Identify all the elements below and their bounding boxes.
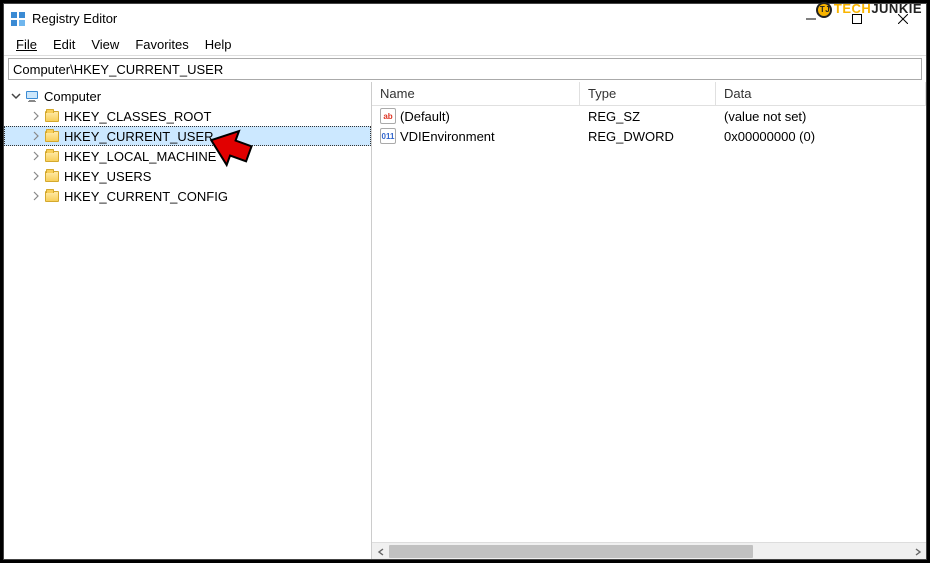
list-pane: Name Type Data ab (Default) REG_SZ (valu… bbox=[372, 82, 926, 559]
main-content: Computer HKEY_CLASSES_ROOT HKEY_CURRENT_… bbox=[4, 82, 926, 559]
watermark-junkie: JUNKIE bbox=[871, 1, 922, 16]
tree-hive-label: HKEY_LOCAL_MACHINE bbox=[64, 149, 216, 164]
tree-hive-label: HKEY_CURRENT_CONFIG bbox=[64, 189, 228, 204]
watermark-badge: TECHJUNKIE bbox=[816, 1, 922, 18]
folder-icon bbox=[44, 128, 60, 144]
chevron-right-icon[interactable] bbox=[30, 190, 42, 202]
menu-file[interactable]: File bbox=[8, 35, 45, 54]
tree-hive-label: HKEY_USERS bbox=[64, 169, 151, 184]
chevron-right-icon[interactable] bbox=[30, 130, 42, 142]
horizontal-scrollbar[interactable] bbox=[372, 542, 926, 559]
folder-icon bbox=[44, 148, 60, 164]
scroll-right-button[interactable] bbox=[909, 543, 926, 559]
scroll-left-button[interactable] bbox=[372, 543, 389, 559]
computer-icon bbox=[24, 88, 40, 104]
window-title: Registry Editor bbox=[32, 11, 117, 26]
list-body[interactable]: ab (Default) REG_SZ (value not set) 011 … bbox=[372, 106, 926, 542]
window-frame: Registry Editor File Edit View Favorites… bbox=[3, 3, 927, 560]
menu-edit[interactable]: Edit bbox=[45, 35, 83, 54]
value-type: REG_SZ bbox=[580, 109, 716, 124]
value-type: REG_DWORD bbox=[580, 129, 716, 144]
folder-icon bbox=[44, 168, 60, 184]
scroll-track[interactable] bbox=[389, 543, 909, 559]
menu-view[interactable]: View bbox=[83, 35, 127, 54]
chevron-down-icon[interactable] bbox=[10, 90, 22, 102]
watermark-icon bbox=[816, 2, 832, 18]
value-data: 0x00000000 (0) bbox=[716, 129, 926, 144]
value-name: (Default) bbox=[400, 109, 450, 124]
minimize-icon bbox=[806, 14, 816, 24]
menu-help[interactable]: Help bbox=[197, 35, 240, 54]
column-type[interactable]: Type bbox=[580, 82, 716, 105]
tree-hive-label: HKEY_CLASSES_ROOT bbox=[64, 109, 211, 124]
tree-root-label: Computer bbox=[44, 89, 101, 104]
column-data[interactable]: Data bbox=[716, 82, 926, 105]
column-name[interactable]: Name bbox=[372, 82, 580, 105]
tree-hive-users[interactable]: HKEY_USERS bbox=[4, 166, 371, 186]
regedit-icon bbox=[10, 11, 26, 27]
value-name: VDIEnvironment bbox=[400, 129, 495, 144]
reg-binary-icon: 011 bbox=[380, 128, 396, 144]
chevron-right-icon[interactable] bbox=[30, 110, 42, 122]
tree-hive-current-config[interactable]: HKEY_CURRENT_CONFIG bbox=[4, 186, 371, 206]
scroll-thumb[interactable] bbox=[389, 545, 753, 558]
folder-icon bbox=[44, 188, 60, 204]
tree-hive-classes-root[interactable]: HKEY_CLASSES_ROOT bbox=[4, 106, 371, 126]
value-data: (value not set) bbox=[716, 109, 926, 124]
list-header: Name Type Data bbox=[372, 82, 926, 106]
reg-string-icon: ab bbox=[380, 108, 396, 124]
menubar: File Edit View Favorites Help bbox=[4, 34, 926, 56]
folder-icon bbox=[44, 108, 60, 124]
tree-hive-label: HKEY_CURRENT_USER bbox=[64, 129, 214, 144]
watermark-tech: TECH bbox=[834, 1, 871, 16]
titlebar[interactable]: Registry Editor bbox=[4, 4, 926, 34]
list-row[interactable]: 011 VDIEnvironment REG_DWORD 0x00000000 … bbox=[372, 126, 926, 146]
tree-pane[interactable]: Computer HKEY_CLASSES_ROOT HKEY_CURRENT_… bbox=[4, 82, 372, 559]
address-path: Computer\HKEY_CURRENT_USER bbox=[13, 62, 223, 77]
tree-hive-current-user[interactable]: HKEY_CURRENT_USER bbox=[4, 126, 371, 146]
chevron-right-icon[interactable] bbox=[30, 170, 42, 182]
list-row[interactable]: ab (Default) REG_SZ (value not set) bbox=[372, 106, 926, 126]
tree-hive-local-machine[interactable]: HKEY_LOCAL_MACHINE bbox=[4, 146, 371, 166]
chevron-right-icon[interactable] bbox=[30, 150, 42, 162]
address-bar[interactable]: Computer\HKEY_CURRENT_USER bbox=[8, 58, 922, 80]
tree-root-computer[interactable]: Computer bbox=[4, 86, 371, 106]
menu-favorites[interactable]: Favorites bbox=[127, 35, 196, 54]
